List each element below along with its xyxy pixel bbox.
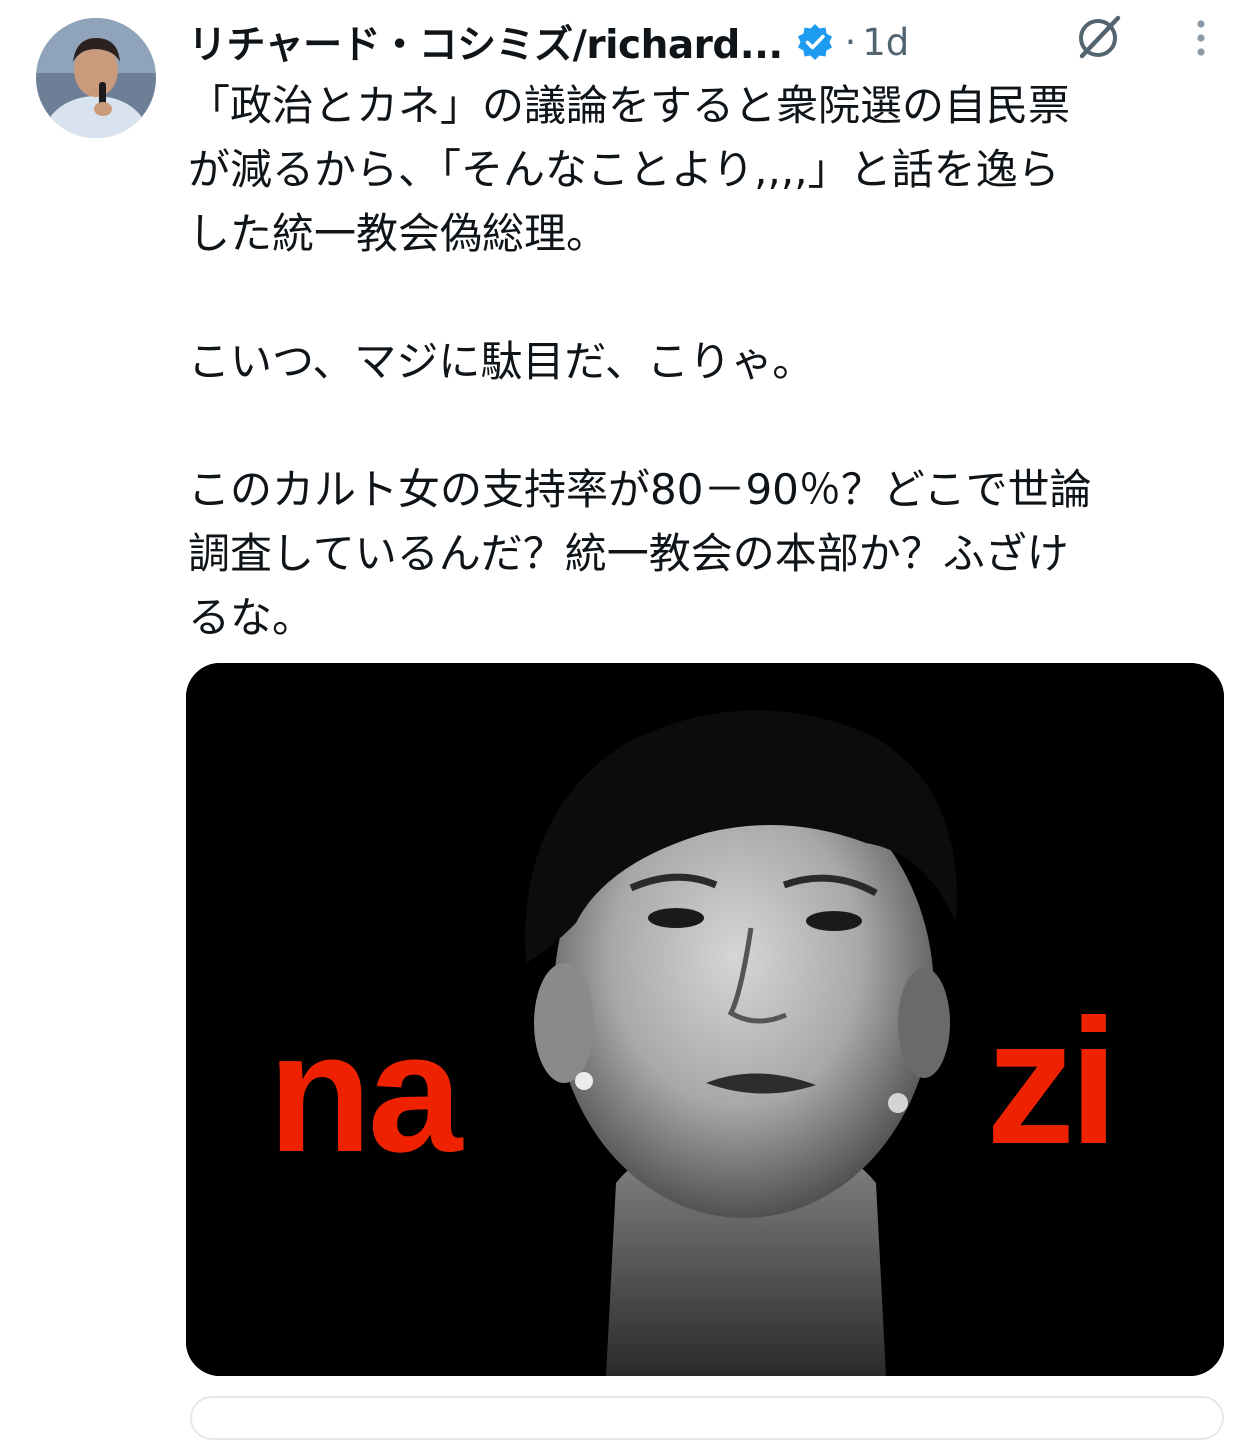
tweet: リチャード・コシミズ/richard... · 1d 「政治とカネ」の議論をする… [0,0,1260,1440]
tweet-text: 「政治とカネ」の議論をすると衆院選の自民票 が減るから、「そんなことより,,,,… [188,74,1238,650]
separator-dot: · [844,21,857,63]
avatar[interactable] [36,18,156,138]
timestamp[interactable]: 1d [862,21,909,64]
avatar-image [36,18,156,138]
grok-icon[interactable] [1072,8,1128,64]
tweet-paragraph-2: こいつ、マジに駄目だ、こりゃ。 [188,337,815,386]
verified-badge-icon [795,22,835,62]
media-overlay-word-left: na [268,998,462,1188]
more-vertical-icon[interactable] [1186,12,1216,64]
media-overlay-word-right: zi [986,982,1118,1181]
tweet-paragraph-3: このカルト女の支持率が80－90％？どこで世論 調査しているんだ？統一教会の本部… [188,465,1092,642]
tweet-media-image[interactable]: na zi [186,663,1224,1376]
author-display-name[interactable]: リチャード・コシミズ/richard... [188,14,783,70]
tweet-paragraph-1: 「政治とカネ」の議論をすると衆院選の自民票 が減るから、「そんなことより,,,,… [188,81,1071,258]
quoted-card-edge[interactable] [190,1396,1224,1440]
